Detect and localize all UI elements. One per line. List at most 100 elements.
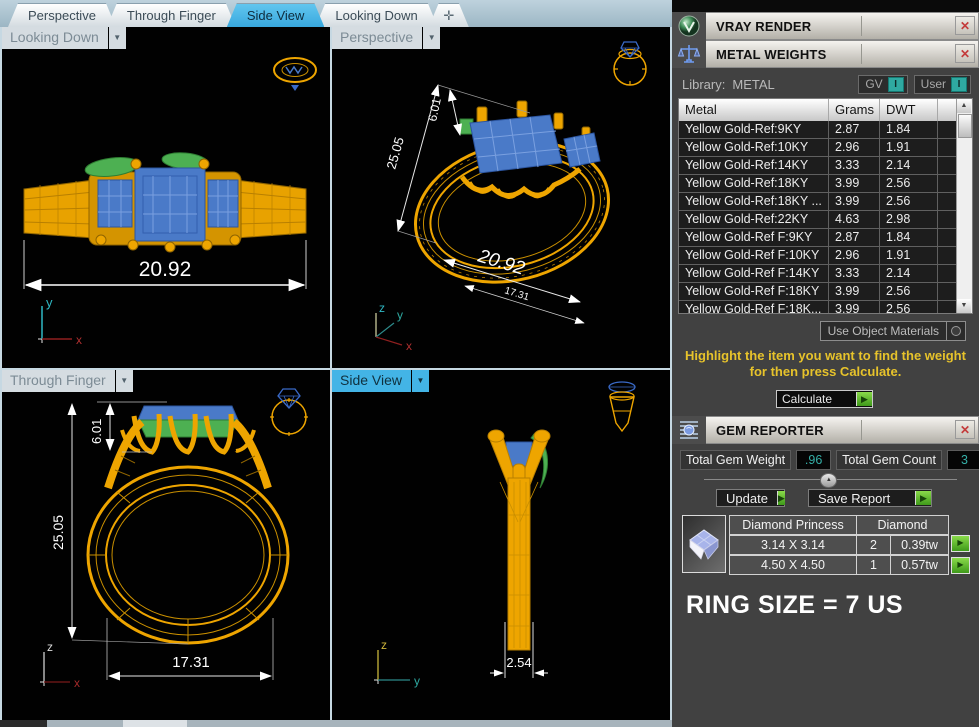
chevron-down-icon[interactable]: ▼ [116,370,133,392]
tab-looking-down[interactable]: Looking Down [315,3,437,27]
use-object-materials-button[interactable]: Use Object Materials [820,321,966,341]
tab-perspective[interactable]: Perspective [8,3,116,27]
instruction-line-1: Highlight the item you want to find the … [672,348,979,364]
tab-through-finger[interactable]: Through Finger [107,3,236,27]
gem-row-count[interactable]: 2 [857,535,891,555]
calculate-button[interactable]: Calculate ▶ [776,390,873,408]
gv-toggle-button[interactable]: GV I [858,75,907,94]
radio-icon[interactable] [946,322,965,340]
chevron-down-icon[interactable]: ▼ [423,27,440,49]
add-tab-button[interactable]: ✛ [429,3,469,27]
instruction-line-2: for then press Calculate. [672,364,979,380]
calculate-label: Calculate [777,392,856,406]
ring-top-view-drawing: 20.92 y x [2,27,328,366]
svg-text:z: z [381,638,387,652]
gem-row-weight[interactable]: 0.39tw [891,535,949,555]
viewport-tab-bar: Perspective Through Finger Side View Loo… [0,0,672,27]
table-row[interactable]: Yellow Gold-Ref:14KY3.332.14 [679,157,957,175]
gem-row-play-icon[interactable]: ▶ [951,535,970,552]
metal-weights-table: Metal Grams DWT Yellow Gold-Ref:9KY2.871… [678,98,973,314]
viewport-through-finger[interactable]: Through Finger ▼ [2,370,330,720]
instruction-text: Highlight the item you want to find the … [672,348,979,380]
close-icon[interactable]: ✕ [955,420,975,439]
table-row[interactable]: Yellow Gold-Ref:18KY3.992.56 [679,175,957,193]
user-toggle-indicator[interactable]: I [951,77,967,92]
gem-reporter-header[interactable]: GEM REPORTER ✕ [672,416,979,444]
chevron-down-icon[interactable]: ▼ [412,370,429,392]
ring-orientation-icon [614,42,646,85]
scroll-up-icon[interactable]: ▲ [957,99,971,113]
scale-icon [672,40,706,68]
chevron-down-icon[interactable]: ▼ [109,27,126,49]
collapse-divider: ▲ [704,473,957,486]
gem-table: Diamond Princess Diamond 3.14 X 3.14 2 0… [729,515,949,575]
update-label: Update [717,491,777,506]
gem-row-size[interactable]: 3.14 X 3.14 [729,535,857,555]
save-report-button[interactable]: Save Report ▶ [808,489,932,507]
table-row[interactable]: Yellow Gold-Ref:9KY2.871.84 [679,121,957,139]
dimension-lines: 6.01 25.05 17.31 [50,402,273,680]
close-icon[interactable]: ✕ [955,44,975,63]
ring-head [460,101,600,198]
svg-text:y: y [46,295,53,310]
viewport-label-perspective[interactable]: Perspective ▼ [332,27,440,49]
collapse-icon[interactable]: ▲ [820,473,837,488]
side-panel: VRAY RENDER ✕ METAL WEIGHTS ✕ Library: M… [672,0,979,727]
gem-row-count[interactable]: 1 [857,555,891,575]
metal-weights-header[interactable]: METAL WEIGHTS ✕ [672,40,979,68]
metal-table-header[interactable]: Metal Grams DWT [679,99,957,121]
viewport-side-view[interactable]: Side View ▼ [332,370,670,720]
ring-front-view-drawing: 6.01 25.05 17.31 z x [2,370,328,718]
gv-toggle-indicator[interactable]: I [888,77,904,92]
viewport-label-looking-down[interactable]: Looking Down ▼ [2,27,126,49]
table-row[interactable]: Yellow Gold-Ref:22KY4.632.98 [679,211,957,229]
table-row[interactable]: Yellow Gold-Ref:10KY2.961.91 [679,139,957,157]
vray-header-bar: VRAY RENDER ✕ [706,12,979,40]
viewport-label-text: Side View [332,370,411,392]
svg-text:25.05: 25.05 [50,515,66,550]
total-gem-count-value: 3 [947,450,979,470]
vray-render-header[interactable]: VRAY RENDER ✕ [672,12,979,40]
gv-label: GV [865,77,882,91]
metal-weights-header-bar: METAL WEIGHTS ✕ [706,40,979,68]
svg-text:x: x [406,339,412,353]
svg-text:2.54: 2.54 [506,655,531,670]
svg-text:17.31: 17.31 [172,654,210,671]
table-row[interactable]: Yellow Gold-Ref:18KY ...3.992.56 [679,193,957,211]
play-icon: ▶ [856,392,872,406]
scroll-down-icon[interactable]: ▼ [957,299,971,313]
gem-totals-row: Total Gem Weight .96 Total Gem Count 3 [680,450,971,470]
ring-orientation-icon [274,58,316,91]
close-icon[interactable]: ✕ [955,16,975,35]
col-dwt[interactable]: DWT [880,99,938,121]
svg-text:17.31: 17.31 [503,285,531,303]
gem-reporter-buttons: Update ▶ Save Report ▶ [716,489,979,507]
shank-profile [500,478,538,650]
viewport-perspective[interactable]: Perspective ▼ [332,27,670,368]
table-row[interactable]: Yellow Gold-Ref F:18K...3.992.56 [679,301,957,314]
col-metal[interactable]: Metal [679,99,829,121]
gem-row-play-icon[interactable]: ▶ [951,557,970,574]
table-row[interactable]: Yellow Gold-Ref F:18KY3.992.56 [679,283,957,301]
col-grams[interactable]: Grams [829,99,880,121]
svg-text:y: y [397,308,403,322]
gem-row-size[interactable]: 4.50 X 4.50 [729,555,857,575]
gem-type-header: Diamond [857,515,949,535]
scrollbar-thumb[interactable] [958,114,972,138]
axis-gizmo: z y x [376,301,412,353]
table-row[interactable]: Yellow Gold-Ref F:9KY2.871.84 [679,229,957,247]
user-toggle-button[interactable]: User I [914,75,971,94]
table-row[interactable]: Yellow Gold-Ref F:10KY2.961.91 [679,247,957,265]
ring-side-view-drawing: 2.54 z y [332,370,670,718]
viewport-label-through-finger[interactable]: Through Finger ▼ [2,370,133,392]
table-scrollbar[interactable]: ▲ ▼ [956,99,972,313]
axis-gizmo: z y [374,638,420,688]
viewport-label-side-view[interactable]: Side View ▼ [332,370,429,392]
gem-row-weight[interactable]: 0.57tw [891,555,949,575]
update-button[interactable]: Update ▶ [716,489,785,507]
tab-side-view[interactable]: Side View [227,3,325,27]
table-row[interactable]: Yellow Gold-Ref F:14KY3.332.14 [679,265,957,283]
play-icon: ▶ [777,491,785,505]
total-gem-count-label: Total Gem Count [836,450,942,470]
viewport-looking-down[interactable]: Looking Down ▼ [2,27,330,368]
